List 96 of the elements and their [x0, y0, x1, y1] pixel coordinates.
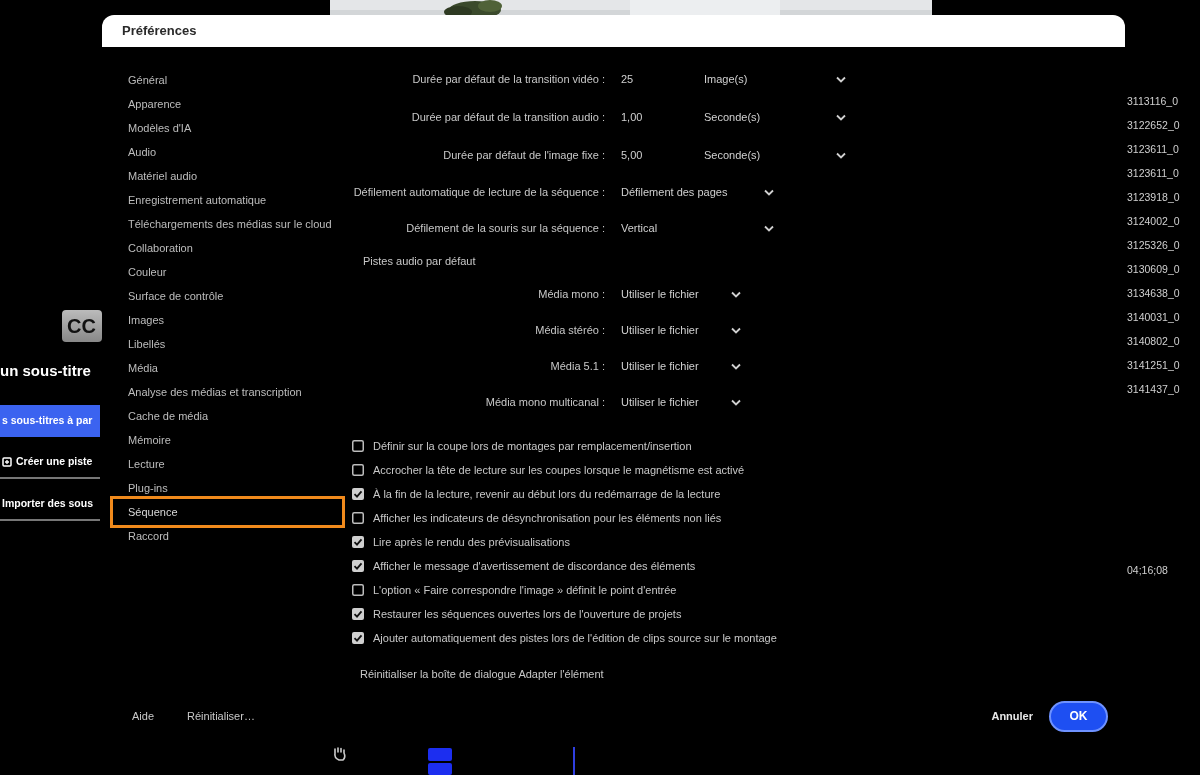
dropdown[interactable]: Seconde(s): [704, 106, 850, 128]
clip-name[interactable]: 3124002_0: [1125, 213, 1200, 237]
hand-icon[interactable]: [332, 747, 348, 761]
reset-button[interactable]: Réinitialiser la boîte de dialogue Adapter l'élément: [355, 662, 609, 686]
primary-button[interactable]: s sous-titres à par: [0, 404, 100, 437]
sidebar-item[interactable]: Analyse des médias et transcription: [110, 380, 345, 404]
sidebar-item[interactable]: Enregistrement automatique: [110, 188, 345, 212]
checkbox[interactable]: [352, 560, 364, 572]
clip-name[interactable]: 3113116_0: [1125, 93, 1200, 117]
panel-heading: un sous-titre: [0, 361, 92, 381]
clip-name[interactable]: 3141437_0: [1125, 381, 1200, 405]
chevron-icon: [836, 113, 846, 121]
sidebar-item[interactable]: Libellés: [110, 332, 345, 356]
dropdown[interactable]: Défilement des pages: [621, 181, 778, 203]
checkbox-label: Accrocher la tête de lecture sur les coupes lorsque le magnétisme est activé: [373, 462, 745, 478]
field-label: Défilement automatique de lecture de la séquence :: [352, 184, 605, 200]
sidebar-item[interactable]: Général: [110, 68, 345, 92]
dropdown[interactable]: Utiliser le fichier: [621, 283, 745, 305]
add-track-icon: [2, 456, 12, 467]
cancel-button[interactable]: Annuler: [983, 703, 1041, 729]
track-blocks-drawing: [428, 748, 452, 775]
clip-name[interactable]: 3141251_0: [1125, 357, 1200, 381]
checkbox[interactable]: [352, 464, 364, 476]
clip-name[interactable]: 3123918_0: [1125, 189, 1200, 213]
dropdown[interactable]: Utiliser le fichier: [621, 391, 745, 413]
sidebar-item[interactable]: Téléchargements des médias sur le cloud: [110, 212, 345, 236]
chevron-icon: [731, 326, 741, 334]
chevron-icon: [731, 362, 741, 370]
field-label: Média 5.1 :: [549, 358, 605, 374]
checkbox-label: Lire après le rendu des prévisualisations: [373, 534, 570, 550]
checkbox[interactable]: [352, 440, 364, 452]
chevron-icon: [731, 398, 741, 406]
ok-button[interactable]: OK: [1049, 700, 1108, 732]
field-label: Défilement de la souris sur la séquence :: [405, 220, 605, 236]
checkbox[interactable]: [352, 632, 364, 644]
clip-name[interactable]: 3122652_0: [1125, 117, 1200, 141]
checkbox[interactable]: [352, 608, 364, 620]
checkbox-label: L'option « Faire correspondre l'image » définit le point d'entrée: [373, 582, 677, 598]
checkbox-label: Définir sur la coupe lors de montages par remplacement/insertion: [373, 438, 692, 454]
sidebar-item[interactable]: Mémoire: [110, 428, 345, 452]
field-label: Durée par défaut de la transition audio :: [410, 109, 605, 125]
sidebar-item[interactable]: Lecture: [110, 452, 345, 476]
sidebar-item[interactable]: Apparence: [110, 92, 345, 116]
checkbox[interactable]: [352, 488, 364, 500]
field-label: Durée par défaut de l'image fixe :: [442, 147, 605, 163]
reset-button[interactable]: Réinitialiser…: [181, 703, 261, 729]
sidebar-item[interactable]: Collaboration: [110, 236, 345, 260]
sidebar-item[interactable]: Images: [110, 308, 345, 332]
chevron-icon: [731, 290, 741, 298]
chevron-icon: [836, 75, 846, 83]
clip-name[interactable]: 3123611_0: [1125, 165, 1200, 189]
dropdown[interactable]: Seconde(s): [704, 144, 850, 166]
panel-button[interactable]: Importer des sous: [0, 488, 100, 521]
checkbox[interactable]: [352, 536, 364, 548]
checkbox-label: Ajouter automatiquement des pistes lors de l'édition de clips source sur le montage: [373, 630, 777, 646]
timecode: 04;16;08: [1126, 563, 1169, 578]
field-label: Média mono multicanal :: [484, 394, 605, 410]
sidebar-item[interactable]: Matériel audio: [110, 164, 345, 188]
number-field[interactable]: 25: [621, 70, 704, 88]
chevron-icon: [764, 188, 774, 196]
clip-name[interactable]: 3130609_0: [1125, 261, 1200, 285]
sidebar-item[interactable]: Audio: [110, 140, 345, 164]
checkbox[interactable]: [352, 584, 364, 596]
panel-button[interactable]: Créer une piste: [0, 446, 100, 479]
checkbox-label: Restaurer les séquences ouvertes lors de l'ouverture de projets: [373, 606, 682, 622]
help-button[interactable]: Aide: [126, 703, 161, 729]
cc-icon: CC: [62, 310, 102, 342]
sidebar-item[interactable]: Média: [110, 356, 345, 380]
playhead-line: [573, 747, 575, 775]
chevron-icon: [764, 224, 774, 232]
clip-name[interactable]: 3134638_0: [1125, 285, 1200, 309]
dropdown[interactable]: Image(s): [704, 68, 850, 90]
dropdown[interactable]: Vertical: [621, 217, 778, 239]
checkbox-label: Afficher les indicateurs de désynchronisation pour les éléments non liés: [373, 510, 722, 526]
sidebar-item[interactable]: Modèles d'IA: [110, 116, 345, 140]
clip-name[interactable]: 3123611_0: [1125, 141, 1200, 165]
checkbox-label: À la fin de la lecture, revenir au début lors du redémarrage de la lecture: [373, 486, 721, 502]
sidebar-item[interactable]: Cache de média: [110, 404, 345, 428]
chevron-icon: [836, 151, 846, 159]
field-label: Durée par défaut de la transition vidéo :: [411, 71, 605, 87]
sidebar-item[interactable]: Couleur: [110, 260, 345, 284]
sidebar-item[interactable]: Séquence: [110, 496, 345, 528]
field-label: Média stéréo :: [534, 322, 605, 338]
clip-name[interactable]: 3140031_0: [1125, 309, 1200, 333]
dialog-title: Préférences: [102, 15, 1125, 47]
clip-name[interactable]: 3125326_0: [1125, 237, 1200, 261]
number-field[interactable]: 1,00: [621, 108, 704, 126]
checkbox-label: Afficher le message d'avertissement de discordance des éléments: [373, 558, 696, 574]
sidebar-item[interactable]: Surface de contrôle: [110, 284, 345, 308]
clip-name[interactable]: 3140802_0: [1125, 333, 1200, 357]
field-label: Média mono :: [537, 286, 605, 302]
section-heading: Pistes audio par défaut: [363, 255, 476, 267]
checkbox[interactable]: [352, 512, 364, 524]
dropdown[interactable]: Utiliser le fichier: [621, 319, 745, 341]
dropdown[interactable]: Utiliser le fichier: [621, 355, 745, 377]
number-field[interactable]: 5,00: [621, 146, 704, 164]
